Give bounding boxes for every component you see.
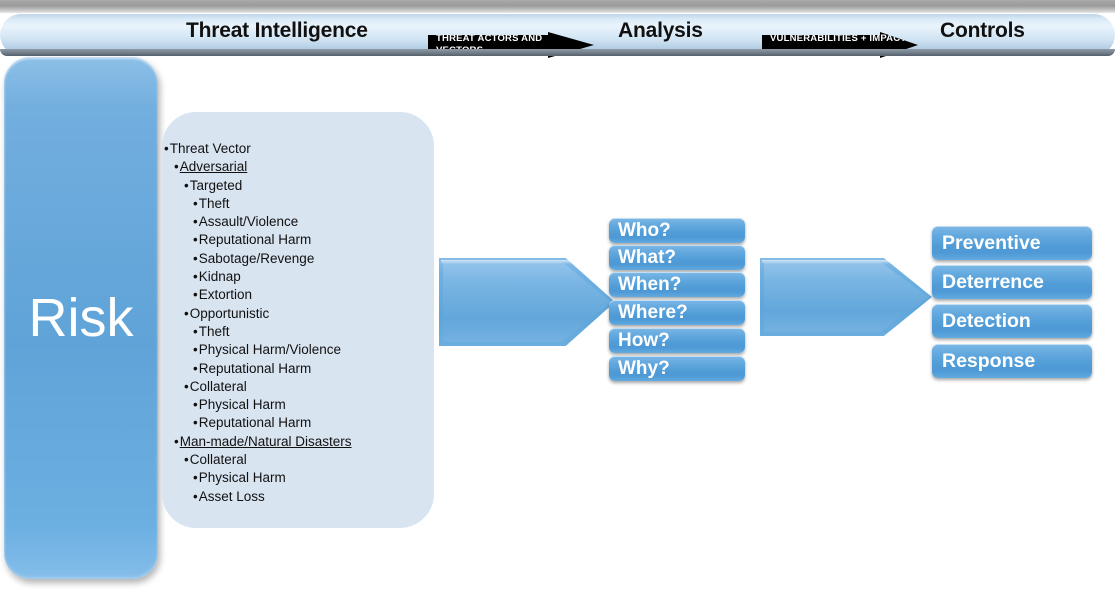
- stage-label-threat-intelligence: Threat Intelligence: [186, 19, 368, 42]
- list-item: •Theft: [164, 195, 454, 213]
- list-item: •Physical Harm: [164, 396, 454, 414]
- bullet-icon: •: [193, 488, 198, 504]
- analysis-question-label: How?: [618, 329, 670, 351]
- list-item: •Reputational Harm: [164, 360, 454, 378]
- analysis-question-label: Why?: [618, 357, 670, 379]
- list-item: •Reputational Harm: [164, 414, 454, 432]
- analysis-question-why[interactable]: Why?: [609, 356, 745, 381]
- analysis-question-label: When?: [618, 273, 682, 295]
- analysis-question-who[interactable]: Who?: [609, 218, 745, 243]
- bullet-icon: •: [193, 287, 198, 303]
- list-item: •Adversarial: [164, 158, 454, 176]
- list-item-label: Targeted: [189, 177, 243, 193]
- stage-label-controls: Controls: [940, 19, 1025, 42]
- control-detection[interactable]: Detection: [932, 304, 1092, 338]
- black-arrow-vulnerabilities-plus-impact: VULNERABILITIES + IMPACT: [762, 32, 918, 58]
- list-item-label: Collateral: [189, 452, 247, 468]
- list-item: •Targeted: [164, 177, 454, 195]
- stage-label-analysis: Analysis: [618, 19, 703, 42]
- list-item-label: Opportunistic: [189, 305, 270, 321]
- threat-vector-list: •Threat Vector •Adversarial •Targeted •Thef…: [164, 140, 454, 506]
- list-item: •Collateral: [164, 378, 454, 396]
- control-label: Response: [942, 349, 1036, 372]
- list-item-label: Kidnap: [198, 269, 241, 285]
- bullet-icon: •: [193, 232, 198, 248]
- bullet-icon: •: [164, 141, 169, 156]
- bullet-icon: •: [193, 195, 198, 211]
- list-item-label: Extortion: [198, 287, 253, 303]
- list-item-label: Theft: [198, 195, 230, 211]
- list-item-label: Theft: [198, 323, 230, 339]
- chevron-inner: [443, 262, 611, 342]
- list-item: •Physical Harm/Violence: [164, 341, 454, 359]
- list-item-label: Sabotage/Revenge: [198, 250, 315, 266]
- list-item-label: Reputational Harm: [198, 360, 312, 376]
- bullet-icon: •: [193, 470, 198, 486]
- black-arrow-threat-actors-and-vectors: THREAT ACTORS AND VECTORS: [428, 32, 594, 58]
- control-response[interactable]: Response: [932, 344, 1092, 378]
- list-item-label: Reputational Harm: [198, 232, 312, 248]
- analysis-question-how[interactable]: How?: [609, 328, 745, 353]
- bullet-icon: •: [193, 323, 198, 339]
- control-deterrence[interactable]: Deterrence: [932, 265, 1092, 299]
- list-item-label: Physical Harm/Violence: [198, 342, 342, 358]
- analysis-question-where[interactable]: Where?: [609, 300, 745, 325]
- chevron-arrow-to-controls: [760, 258, 932, 336]
- list-item: •Kidnap: [164, 268, 454, 286]
- control-label: Deterrence: [942, 270, 1044, 293]
- list-item: •Extortion: [164, 286, 454, 304]
- bullet-icon: •: [184, 378, 189, 394]
- list-item-label: Physical Harm: [198, 470, 286, 486]
- list-item-label: Adversarial: [179, 159, 248, 175]
- bullet-icon: •: [184, 452, 189, 468]
- analysis-question-when[interactable]: When?: [609, 272, 745, 297]
- list-item-label: Assault/Violence: [198, 214, 299, 230]
- list-item: •Assault/Violence: [164, 213, 454, 231]
- list-item-label: Asset Loss: [198, 488, 265, 504]
- arrow-line-1: VULNERABILITIES + IMPACT: [770, 33, 907, 44]
- chevron-inner: [764, 262, 928, 332]
- analysis-question-label: Who?: [618, 219, 671, 241]
- list-item: •Sabotage/Revenge: [164, 250, 454, 268]
- list-item: •Asset Loss: [164, 488, 454, 506]
- bullet-icon: •: [193, 342, 198, 358]
- risk-label: Risk: [28, 288, 134, 348]
- arrow-line-1: THREAT ACTORS AND: [436, 33, 543, 44]
- list-item-label: Reputational Harm: [198, 415, 312, 431]
- list-item: •Collateral: [164, 451, 454, 469]
- list-item-label: Threat Vector: [169, 141, 251, 156]
- list-item-label: Man-made/Natural Disasters: [179, 433, 352, 449]
- control-preventive[interactable]: Preventive: [932, 226, 1092, 260]
- bullet-icon: •: [193, 250, 198, 266]
- list-item-label: Physical Harm: [198, 397, 286, 413]
- chevron-highlight: [441, 260, 613, 264]
- list-item: •Man-made/Natural Disasters: [164, 433, 454, 451]
- list-item: •Reputational Harm: [164, 231, 454, 249]
- bullet-icon: •: [193, 397, 198, 413]
- bullet-icon: •: [193, 360, 198, 376]
- process-banner: Threat Intelligence Analysis Controls TH…: [0, 13, 1115, 58]
- list-item: •Opportunistic: [164, 305, 454, 323]
- arrow-line-2: VECTORS: [436, 45, 484, 56]
- bullet-icon: •: [184, 177, 189, 193]
- list-item-label: Collateral: [189, 378, 247, 394]
- list-item: •Threat Vector: [164, 140, 454, 158]
- bullet-icon: •: [193, 269, 198, 285]
- chevron-highlight: [762, 260, 930, 264]
- bullet-icon: •: [174, 159, 179, 175]
- top-gray-strip: [0, 0, 1115, 13]
- control-label: Detection: [942, 309, 1031, 332]
- analysis-question-label: What?: [618, 246, 677, 268]
- risk-pill: Risk: [4, 57, 158, 579]
- bullet-icon: •: [193, 214, 198, 230]
- bullet-icon: •: [174, 433, 179, 449]
- list-item: •Theft: [164, 323, 454, 341]
- bullet-icon: •: [193, 415, 198, 431]
- analysis-question-what[interactable]: What?: [609, 245, 745, 270]
- bullet-icon: •: [184, 305, 189, 321]
- chevron-arrow-to-analysis: [439, 258, 615, 346]
- list-item: •Physical Harm: [164, 469, 454, 487]
- control-label: Preventive: [942, 231, 1041, 254]
- analysis-question-label: Where?: [618, 301, 688, 323]
